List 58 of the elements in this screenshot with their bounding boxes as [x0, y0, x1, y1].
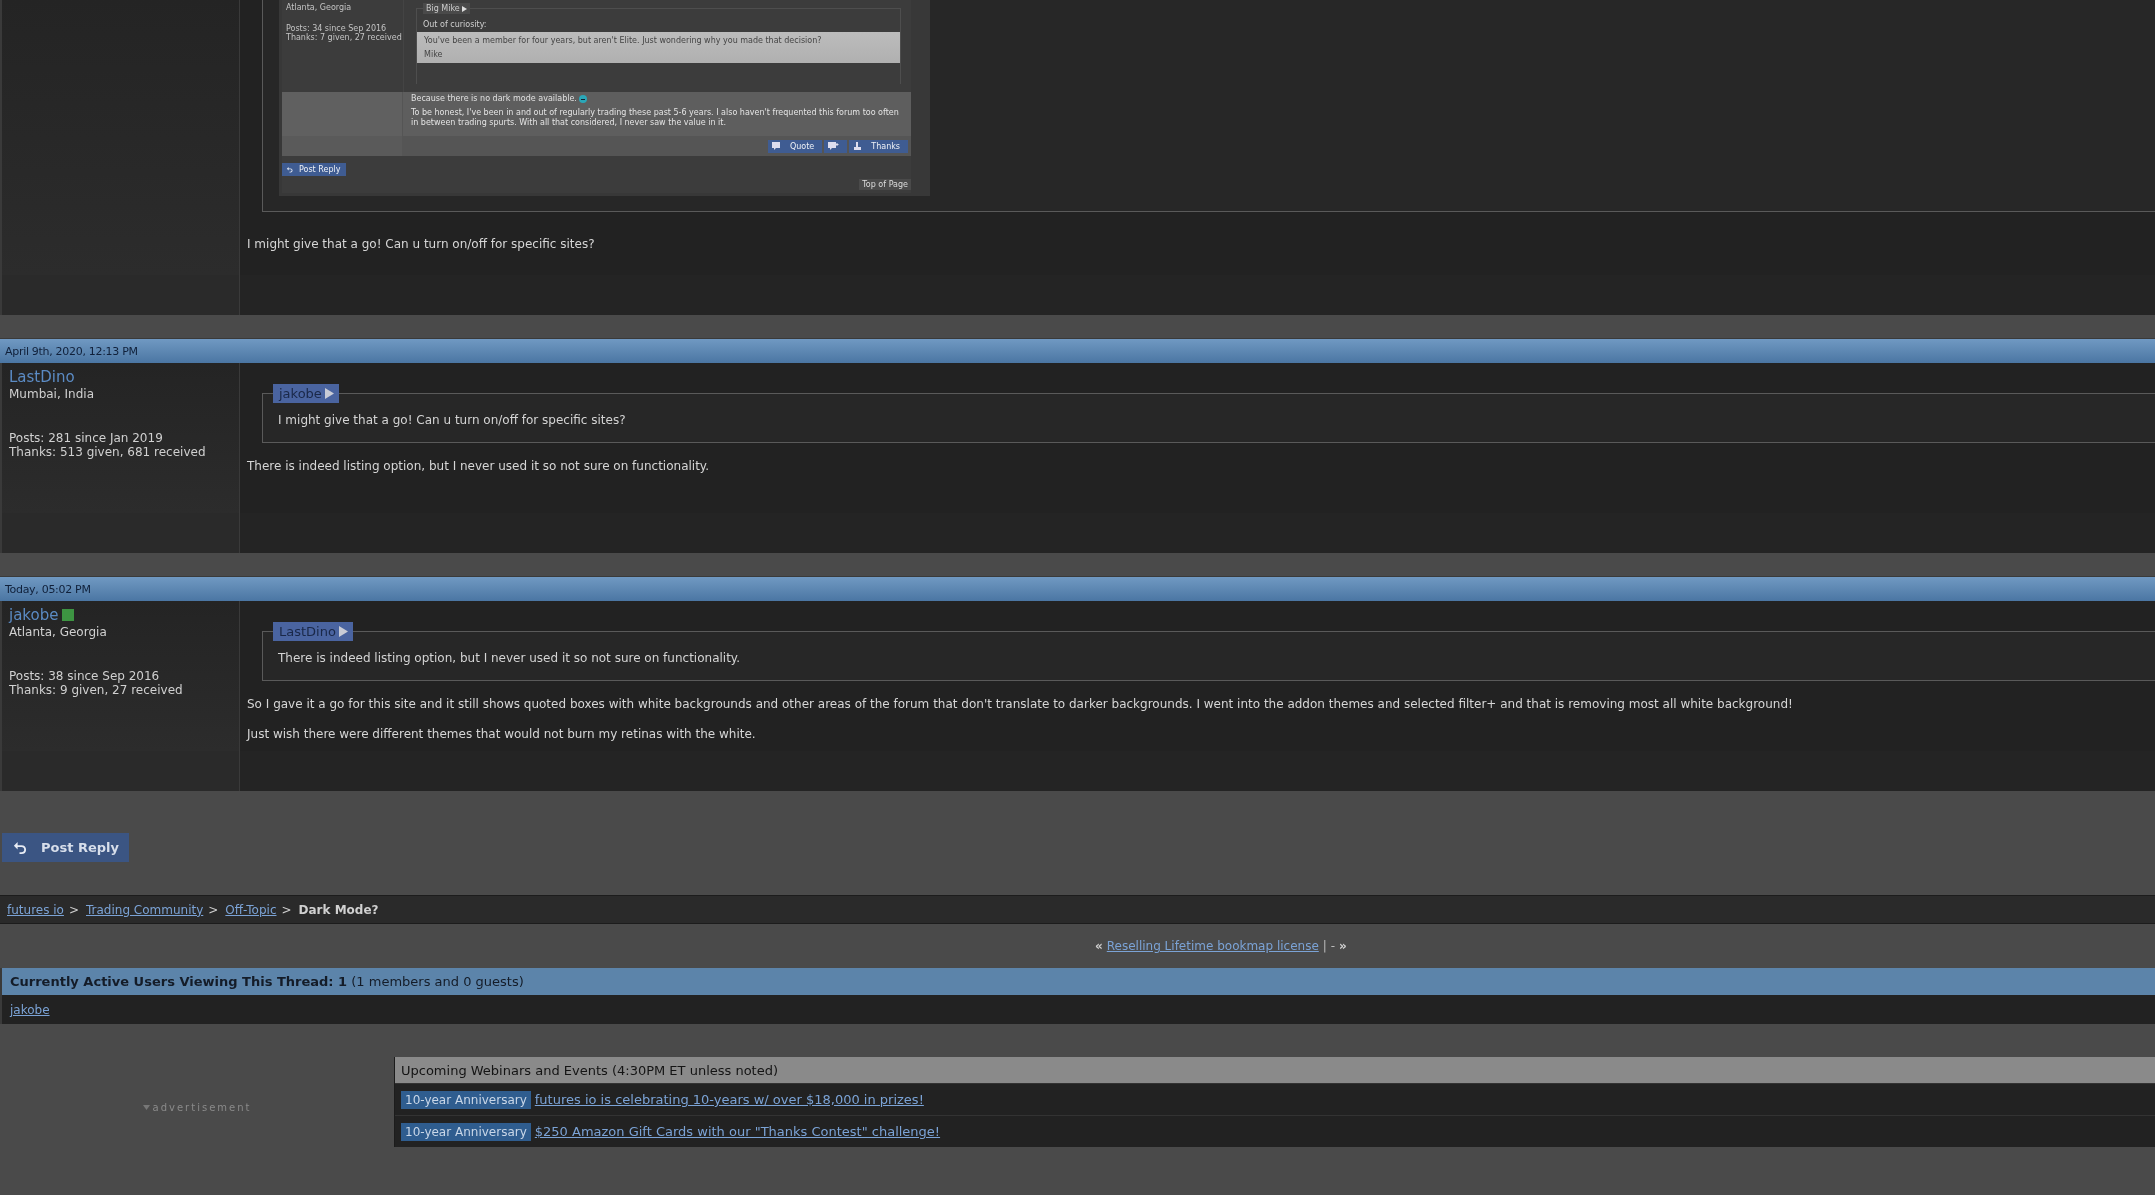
next-thread-arrow[interactable]: » [1339, 939, 1347, 953]
username-link[interactable]: LastDino [9, 368, 75, 386]
quote-author-tag[interactable]: Big Mike [423, 3, 470, 14]
post-text: Because there is no dark mode available. [411, 94, 577, 103]
quote-text: There is indeed listing option, but I never used it so not sure on functionality. [278, 651, 742, 665]
play-icon [324, 388, 334, 399]
post-count: Posts: 281 since Jan 2019 [9, 431, 164, 445]
advertisement-label: advertisement [152, 1101, 252, 1113]
author-location: Mumbai, India [9, 387, 96, 401]
post-count: Posts: 34 since Sep 2016 [286, 24, 387, 33]
thanks-count: Thanks: 513 given, 681 received [9, 445, 207, 459]
reply-arrow-icon [12, 840, 27, 855]
event-link[interactable]: $250 Amazon Gift Cards with our "Thanks Contest" challenge! [534, 1124, 941, 1139]
quote-text: You've been a member for four years, but aren't Elite. Just wondering why you made that decision? [424, 36, 823, 45]
top-of-page-link[interactable]: Top of Page [859, 179, 911, 190]
quote-text: I might give that a go! Can u turn on/off for specific sites? [278, 413, 627, 427]
breadcrumb-separator: > [68, 902, 79, 917]
multiquote-button[interactable] [824, 139, 848, 153]
post-reply-button[interactable]: Post Reply [2, 833, 129, 862]
post-text: I might give that a go! Can u turn on/off for specific sites? [247, 236, 596, 252]
breadcrumb-current: Dark Mode? [298, 902, 379, 917]
breadcrumb-separator: > [281, 902, 292, 917]
post-reply-button[interactable]: Post Reply [282, 163, 347, 176]
event-tag: 10-year Anniversary [401, 1122, 531, 1141]
speech-bubble-icon [828, 142, 840, 150]
post-text: So I gave it a go for this site and it still shows quoted boxes with white backgrounds and other areas of the forum that don't translate to darker backgrounds. I went into the addon themes and selected filter+ and that is removing most all white background! [247, 696, 1794, 712]
thanks-count: Thanks: 9 given, 27 received [9, 683, 184, 697]
active-users-title: Currently Active Users Viewing This Thread: 1 (1 members and 0 guests) [10, 974, 524, 989]
post-text: Just wish there were different themes that would not burn my retinas with the white. [247, 726, 757, 742]
thanks-count: Thanks: 7 given, 27 received [286, 33, 403, 42]
thanks-button[interactable]: Thanks [849, 139, 908, 153]
quote-text: Mike [424, 50, 444, 59]
quote-text: Out of curiosity: [422, 20, 488, 29]
quote-button[interactable]: Quote [767, 139, 823, 153]
post-date: Today, 05:02 PM [5, 582, 91, 596]
breadcrumb-link[interactable]: Trading Community [86, 902, 204, 917]
speech-bubble-icon [771, 142, 783, 150]
breadcrumb-link[interactable]: futures io [7, 902, 64, 917]
event-link[interactable]: futures io is celebrating 10-years w/ over $18,000 in prizes! [534, 1092, 924, 1107]
events-title: Upcoming Webinars and Events (4:30PM ET unless noted) [401, 1062, 779, 1078]
previous-thread-link[interactable]: Reselling Lifetime bookmap license [1106, 939, 1319, 953]
post-date: April 9th, 2020, 12:13 PM [5, 344, 138, 358]
reply-arrow-icon [286, 166, 293, 173]
play-icon [338, 626, 348, 637]
event-tag: 10-year Anniversary [401, 1090, 531, 1109]
post-count: Posts: 38 since Sep 2016 [9, 669, 161, 683]
breadcrumb-link[interactable]: Off-Topic [225, 902, 277, 917]
post-text: There is indeed listing option, but I never used it so not sure on functionality. [247, 458, 711, 474]
caret-icon [142, 1104, 150, 1110]
post-text: To be honest, I've been in and out of regularly trading these past 5-6 years. I also haven't frequented this forum too often in between trading spurts. With all that considered, I never saw the value in it. [411, 108, 900, 128]
author-location: Atlanta, Georgia [9, 625, 108, 639]
play-icon [461, 5, 467, 12]
author-location: Atlanta, Georgia [286, 3, 353, 12]
username-link[interactable]: jakobe [9, 606, 59, 624]
username-link[interactable]: jakobe [10, 1002, 50, 1017]
thread-nav-divider: | - [1322, 939, 1335, 953]
previous-thread-arrow[interactable]: « [1095, 939, 1103, 953]
breadcrumb-separator: > [208, 902, 219, 917]
